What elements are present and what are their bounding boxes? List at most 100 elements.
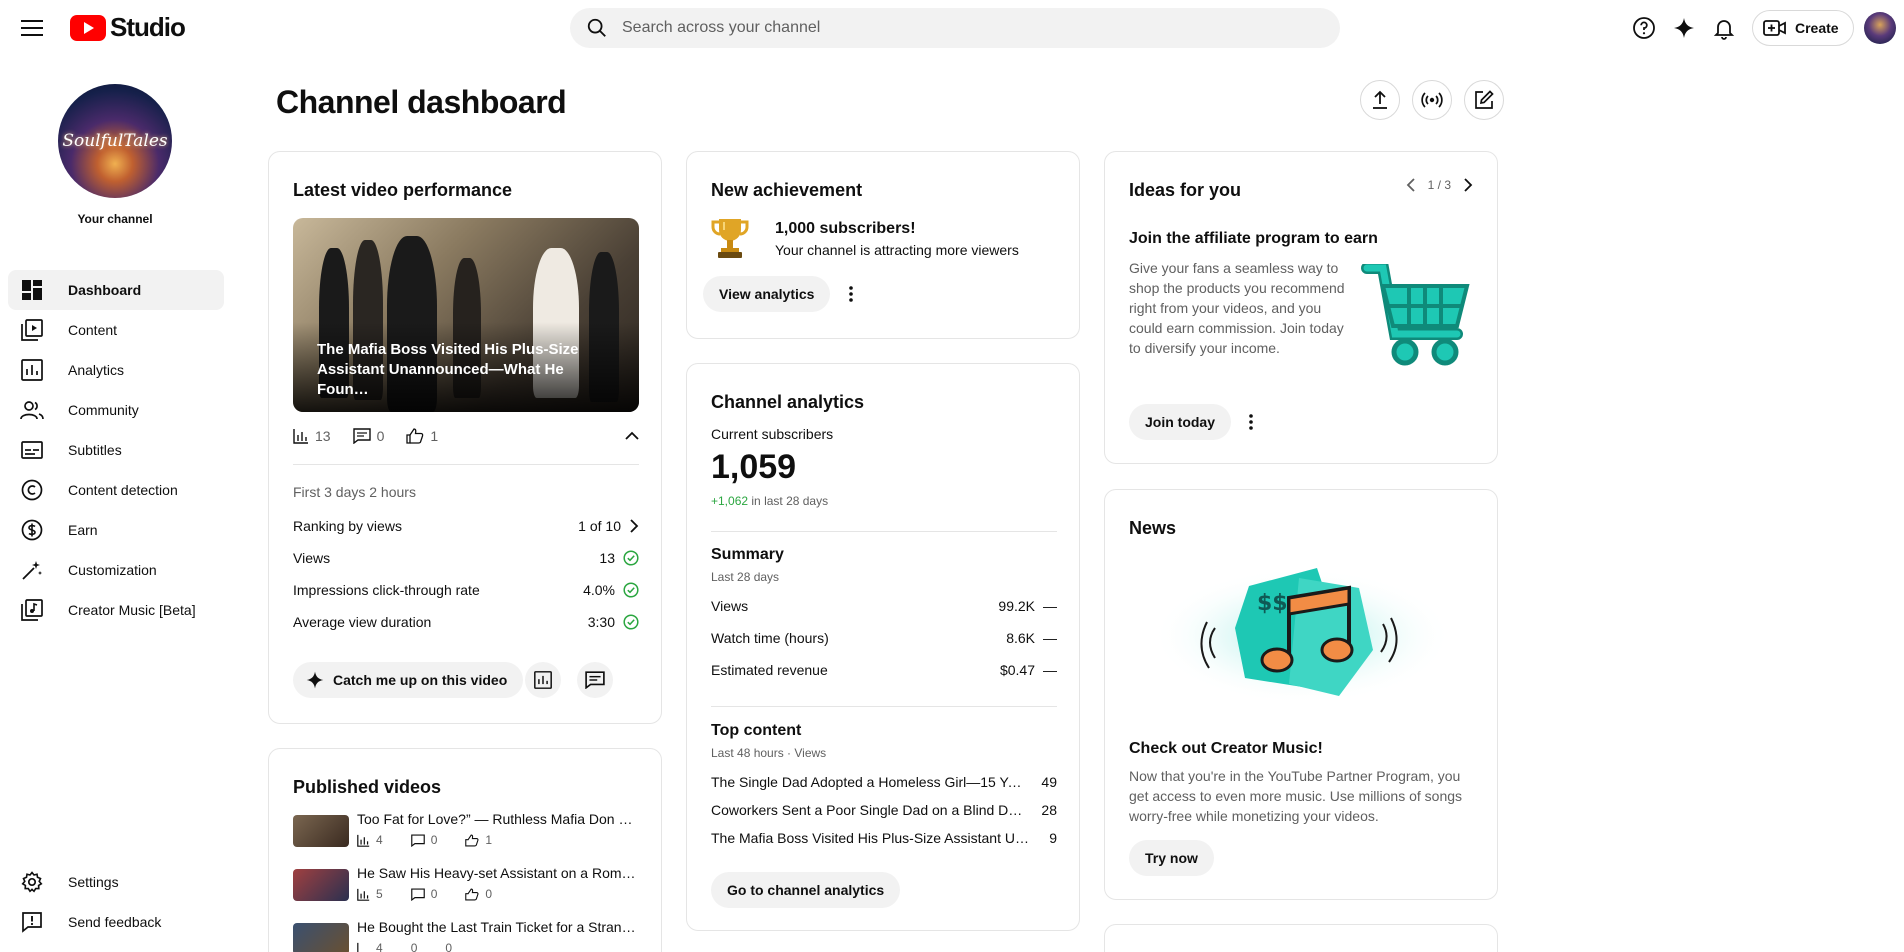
top-content-period: Last 48 hours · Views: [711, 746, 827, 760]
views-row: Views 13: [293, 550, 639, 566]
sidebar: SoulfulTales Your channel Dashboard Cont…: [0, 56, 230, 952]
menu-icon[interactable]: [16, 12, 48, 44]
avg-duration-row: Average view duration 3:30: [293, 614, 639, 630]
content-icon: [20, 318, 44, 342]
go-live-button[interactable]: [1412, 80, 1452, 120]
card-title: Channel analytics: [711, 392, 865, 412]
search-input[interactable]: [622, 19, 1302, 37]
thumbs-up-icon: [406, 428, 424, 444]
sidebar-item-content[interactable]: Content: [8, 310, 224, 350]
row-value: 4.0%: [583, 582, 615, 598]
collapse-chevron-icon[interactable]: [625, 431, 639, 441]
comment-icon: [352, 428, 371, 444]
create-video-icon: [1763, 18, 1787, 38]
sidebar-bottom-nav: Settings Send feedback: [8, 862, 224, 942]
sidebar-item-dashboard[interactable]: Dashboard: [8, 270, 224, 310]
sidebar-nav: Dashboard Content Analytics Community Su…: [8, 270, 224, 630]
sidebar-item-label: Settings: [68, 874, 119, 890]
sidebar-item-customization[interactable]: Customization: [8, 550, 224, 590]
video-thumbnail: [293, 923, 349, 952]
try-now-button[interactable]: Try now: [1129, 840, 1214, 876]
row-label: Average view duration: [293, 614, 432, 630]
go-to-analytics-button[interactable]: Go to channel analytics: [711, 872, 901, 908]
video-title: The Mafia Boss Visited His Plus-Size Ass…: [317, 341, 579, 398]
notifications-bell-icon[interactable]: [1708, 12, 1740, 44]
comment-icon: [585, 671, 605, 689]
channel-logo-text: SoulfulTales: [62, 131, 168, 151]
shopping-cart-icon: [1361, 264, 1473, 374]
create-button[interactable]: Create: [1752, 10, 1854, 46]
video-thumbnail: [293, 815, 349, 847]
delta-value: +1,062: [711, 494, 749, 508]
row-value: 1 of 10: [578, 518, 621, 534]
card-title: New achievement: [711, 180, 863, 200]
sparkle-icon: [305, 670, 325, 690]
dashboard-icon: [20, 278, 44, 302]
sidebar-item-content-detection[interactable]: Content detection: [8, 470, 224, 510]
sidebar-item-earn[interactable]: Earn: [8, 510, 224, 550]
list-item[interactable]: Too Fat for Love?” — Ruthless Mafia Don …: [293, 811, 639, 859]
help-icon[interactable]: [1628, 12, 1660, 44]
catch-me-up-button[interactable]: Catch me up on this video: [293, 662, 524, 698]
sidebar-item-label: Subtitles: [68, 442, 122, 458]
more-options-icon[interactable]: [1239, 410, 1263, 434]
achievement-description: Your channel is attracting more viewers: [775, 242, 1019, 258]
community-icon: [20, 398, 44, 422]
bar-chart-icon: [357, 942, 359, 952]
upload-button[interactable]: [1360, 80, 1400, 120]
list-item[interactable]: He Bought the Last Train Ticket for a St…: [293, 919, 639, 952]
comment-icon: [410, 833, 425, 847]
top-content-row[interactable]: Coworkers Sent a Poor Single Dad on a Bl…: [711, 802, 1057, 818]
edit-icon: [1474, 90, 1494, 110]
studio-logo[interactable]: Studio: [70, 12, 186, 43]
sidebar-item-label: Creator Music [Beta]: [68, 602, 196, 618]
sidebar-item-community[interactable]: Community: [8, 390, 224, 430]
sidebar-item-analytics[interactable]: Analytics: [8, 350, 224, 390]
subscribers-delta: +1,062 in last 28 days: [711, 494, 828, 508]
create-post-button[interactable]: [1464, 80, 1504, 120]
sidebar-item-label: Customization: [68, 562, 157, 578]
music-note-illustration: $$: [1149, 558, 1455, 708]
published-videos-card: Published videos Too Fat for Love?” — Ru…: [268, 748, 662, 952]
view-analytics-button[interactable]: View analytics: [703, 276, 831, 312]
channel-avatar[interactable]: SoulfulTales: [58, 84, 172, 198]
sparkle-icon[interactable]: [1668, 12, 1700, 44]
chevron-left-icon[interactable]: [1406, 178, 1416, 192]
join-today-button[interactable]: Join today: [1129, 404, 1232, 440]
sidebar-item-creator-music[interactable]: Creator Music [Beta]: [8, 590, 224, 630]
comments-stat: 0: [410, 833, 437, 847]
search-icon[interactable]: [586, 17, 608, 39]
idea-body: Give your fans a seamless way to shop th…: [1129, 260, 1345, 356]
row-value: 13: [599, 550, 615, 566]
search-bar[interactable]: [570, 8, 1340, 48]
live-broadcast-icon: [1420, 90, 1444, 110]
thumbs-up-icon: [465, 888, 479, 900]
channel-analytics-card: Channel analytics Current subscribers 1,…: [686, 363, 1080, 931]
video-thumbnail[interactable]: The Mafia Boss Visited His Plus-Size Ass…: [293, 218, 639, 412]
sidebar-item-settings[interactable]: Settings: [8, 862, 224, 902]
video-title: Too Fat for Love?” — Ruthless Mafia Don …: [357, 811, 639, 827]
achievement-card: New achievement 1,000 subscribers! Your …: [686, 151, 1080, 339]
more-options-icon[interactable]: [839, 282, 863, 306]
upload-icon: [1370, 90, 1390, 110]
news-card: News $$ Check out Creator Music! Now tha…: [1104, 489, 1498, 900]
sidebar-item-send-feedback[interactable]: Send feedback: [8, 902, 224, 942]
bar-chart-icon: [357, 888, 370, 901]
chevron-right-icon[interactable]: [1463, 178, 1473, 192]
video-analytics-button[interactable]: [525, 662, 561, 698]
views-stat: 4: [357, 833, 383, 847]
ranking-row[interactable]: Ranking by views 1 of 10: [293, 518, 639, 534]
video-thumbnail: [293, 869, 349, 901]
video-comments-button[interactable]: [577, 662, 613, 698]
performance-period: First 3 days 2 hours: [293, 484, 416, 500]
dashboard-actions: [1360, 80, 1504, 120]
list-item[interactable]: He Saw His Heavy-set Assistant on a Roma…: [293, 865, 639, 913]
bar-chart-icon: [293, 428, 309, 444]
top-content-row[interactable]: The Single Dad Adopted a Homeless Girl—1…: [711, 774, 1057, 790]
idea-headline: Join the affiliate program to earn: [1129, 230, 1378, 247]
row-label: Ranking by views: [293, 518, 402, 534]
account-avatar[interactable]: [1864, 12, 1896, 44]
top-content-row[interactable]: The Mafia Boss Visited His Plus-Size Ass…: [711, 830, 1057, 846]
feedback-icon: [20, 910, 44, 934]
sidebar-item-subtitles[interactable]: Subtitles: [8, 430, 224, 470]
